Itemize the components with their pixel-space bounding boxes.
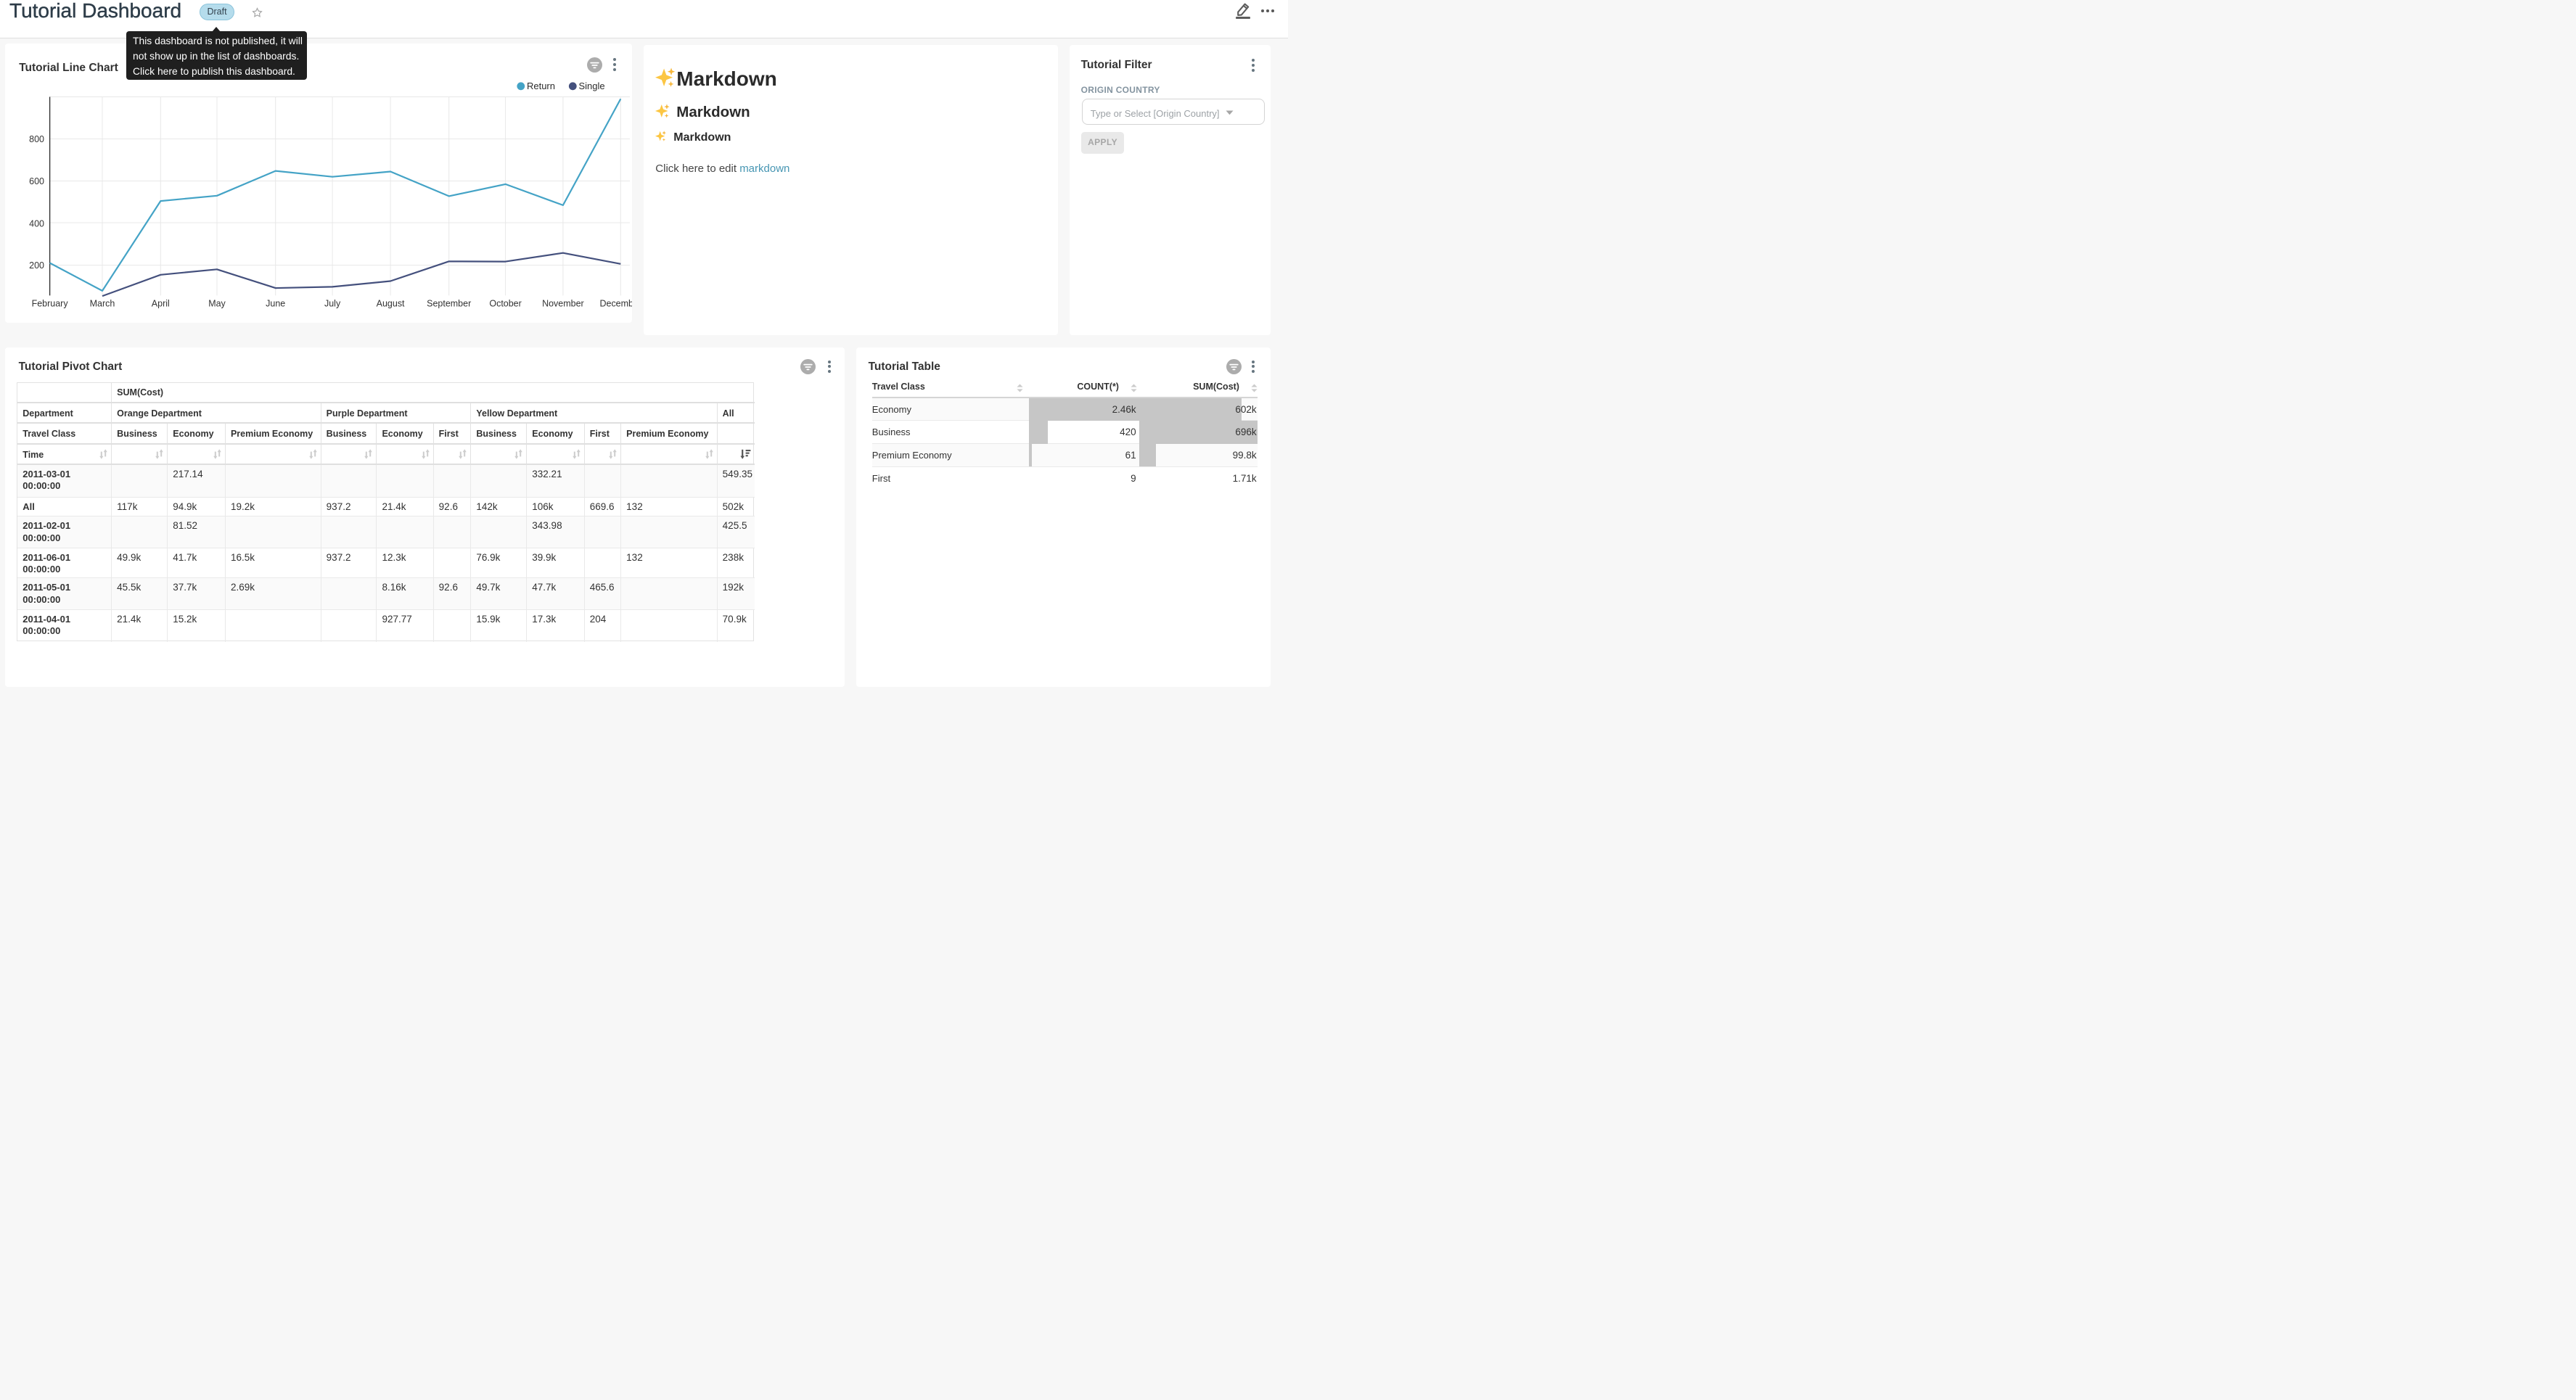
svg-text:September: September [427,298,472,308]
svg-text:November: November [542,298,584,308]
svg-text:May: May [209,298,226,308]
svg-text:Return: Return [527,81,555,91]
svg-text:February: February [32,298,69,308]
svg-text:400: 400 [30,218,45,228]
svg-text:June: June [266,298,286,308]
svg-text:October: October [490,298,522,308]
svg-text:800: 800 [30,134,45,144]
svg-text:August: August [377,298,405,308]
svg-text:Single: Single [579,81,605,91]
svg-text:December: December [600,298,632,308]
svg-text:600: 600 [30,176,45,186]
svg-text:July: July [324,298,341,308]
svg-text:200: 200 [30,260,45,271]
svg-text:March: March [90,298,115,308]
svg-text:April: April [152,298,170,308]
